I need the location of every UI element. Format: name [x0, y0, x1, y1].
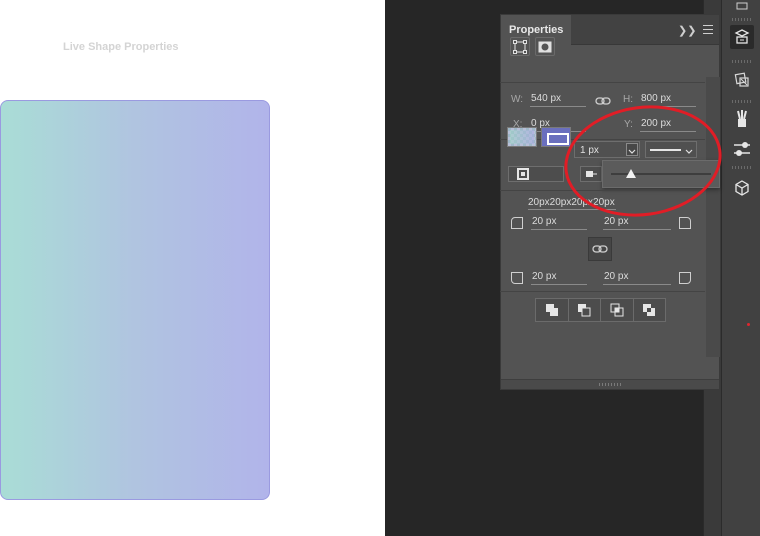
section-title: Live Shape Properties [63, 41, 179, 53]
collapse-icon[interactable] [730, 0, 754, 18]
panel-scrollbar[interactable] [706, 77, 720, 357]
corner-top-left-field[interactable]: 20 px [531, 216, 587, 230]
panel-header: Properties ❯❯ [501, 15, 719, 45]
toolbar-grip[interactable] [732, 100, 752, 103]
path-operations-group [535, 298, 666, 322]
link-icon [592, 245, 608, 253]
stroke-align-icon [517, 168, 529, 180]
3d-icon[interactable] [730, 176, 754, 200]
toolbar-grip[interactable] [732, 18, 752, 21]
combine-shapes-icon[interactable] [536, 299, 569, 321]
exclude-overlapping-shapes-icon[interactable] [633, 299, 665, 321]
link-icon[interactable] [595, 93, 611, 111]
fill-color-swatch[interactable] [507, 127, 537, 147]
corner-top-right-icon [679, 217, 691, 229]
intersect-shape-areas-icon[interactable] [601, 299, 634, 321]
link-corners-button[interactable] [588, 237, 612, 261]
brushes-icon[interactable] [730, 107, 754, 131]
corner-bottom-right-icon [679, 272, 691, 284]
adjustments-icon[interactable] [730, 137, 754, 161]
right-panel-toolbar [721, 0, 760, 536]
double-chevron-right-icon[interactable]: ❯❯ [678, 24, 696, 37]
width-field[interactable]: 540 px [530, 93, 586, 107]
corner-top-right-field[interactable]: 20 px [603, 216, 671, 230]
corner-bottom-left-icon [511, 272, 523, 284]
toolbar-grip[interactable] [732, 60, 752, 63]
width-label: W: [511, 94, 524, 105]
subtract-front-shape-icon[interactable] [568, 299, 601, 321]
mask-icon[interactable] [535, 37, 555, 56]
stroke-align-dropdown[interactable] [508, 166, 564, 182]
toolbar-grip[interactable] [732, 166, 752, 169]
corner-top-left-icon [511, 217, 523, 229]
hamburger-menu-icon[interactable] [703, 25, 713, 34]
stroke-color-swatch[interactable] [541, 127, 571, 147]
divider [500, 291, 705, 292]
red-marker [747, 323, 750, 326]
properties-icon[interactable] [730, 25, 754, 49]
paths-icon[interactable] [730, 68, 754, 92]
corner-bottom-right-field[interactable]: 20 px [603, 271, 671, 285]
gradient-rounded-rectangle[interactable] [0, 100, 270, 500]
bounding-box-icon[interactable] [510, 37, 530, 56]
panel-resize-grip[interactable] [501, 379, 719, 389]
document-canvas[interactable] [0, 0, 385, 536]
corner-bottom-left-field[interactable]: 20 px [531, 271, 587, 285]
divider [500, 82, 705, 83]
height-label: H: [623, 94, 633, 105]
